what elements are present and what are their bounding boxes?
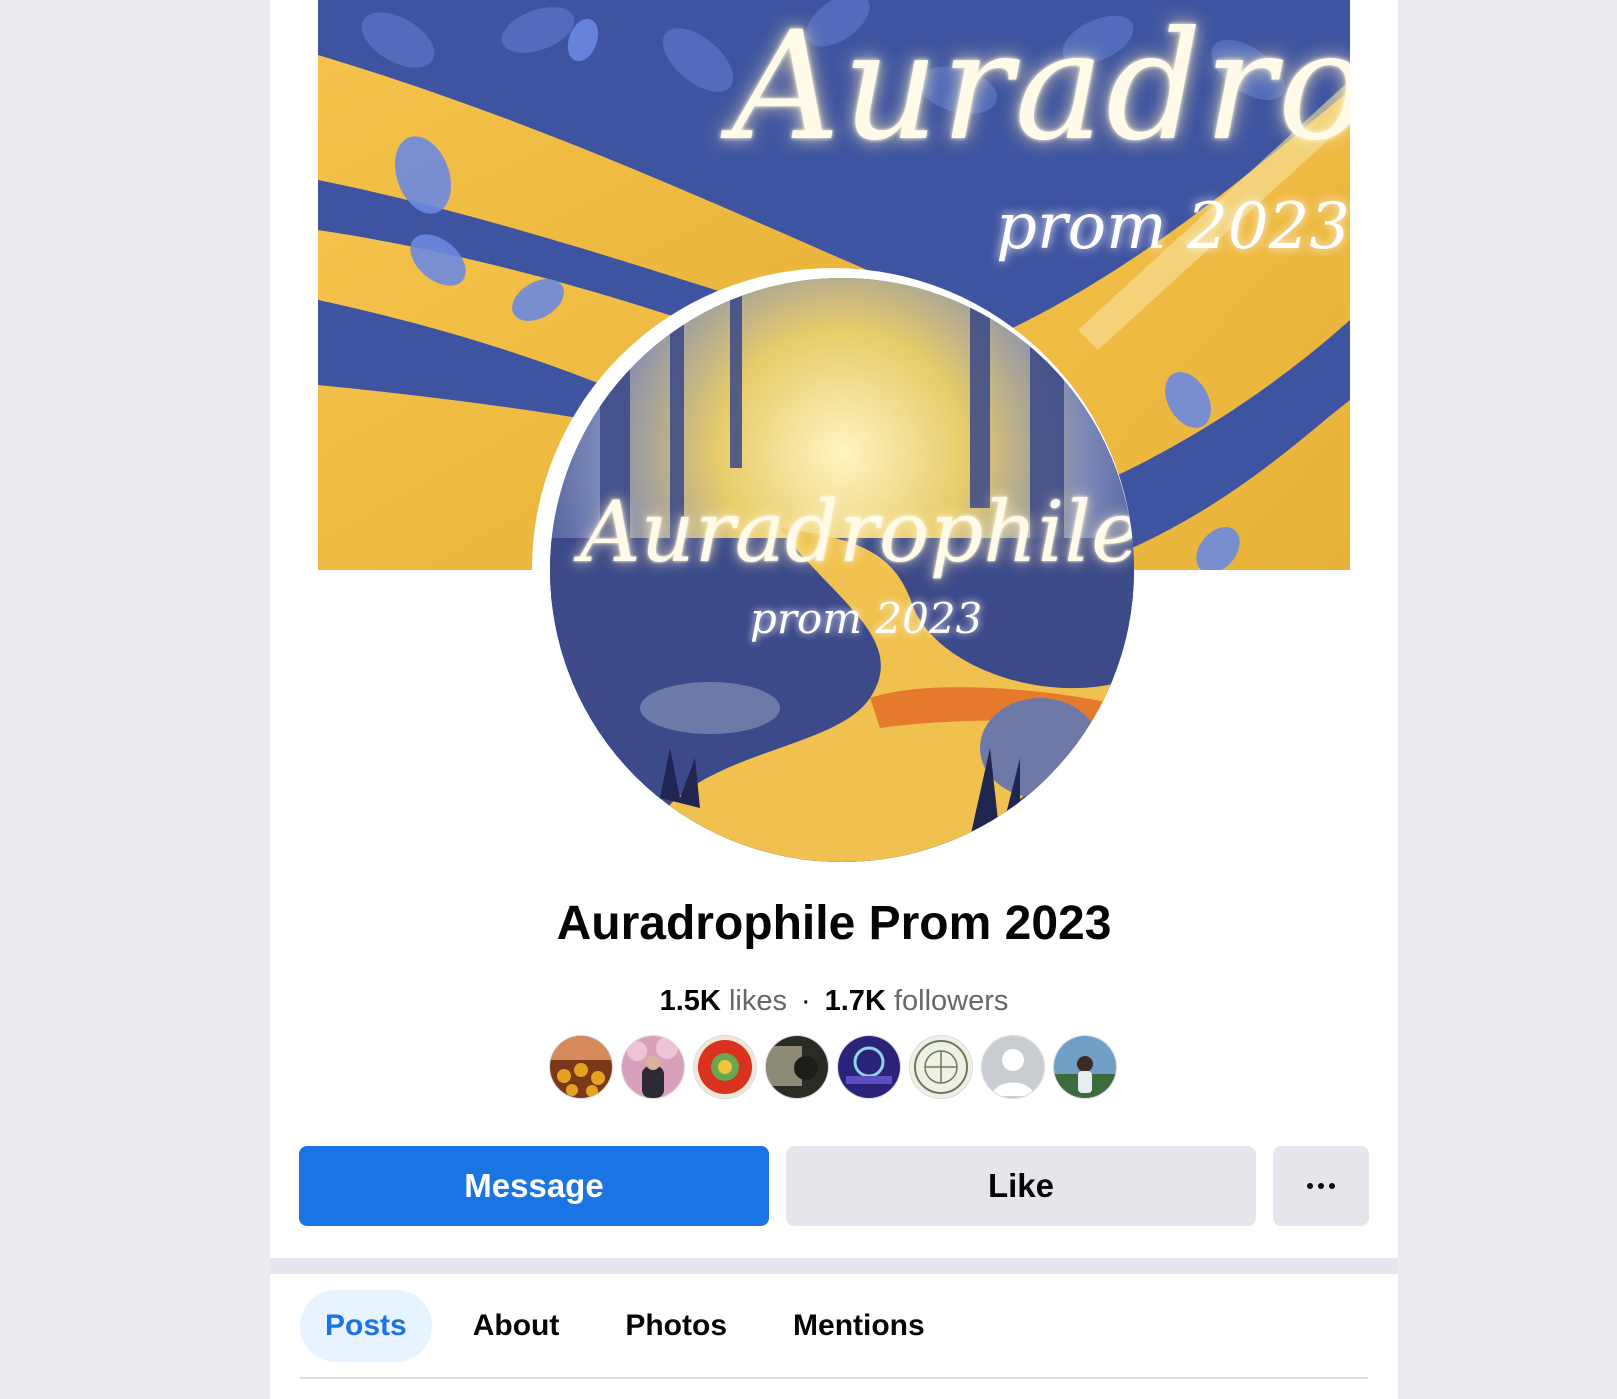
like-button[interactable]: Like bbox=[786, 1146, 1256, 1226]
profile-subtitle-text: prom 2023 bbox=[750, 594, 983, 643]
likes-count: 1.5K bbox=[659, 985, 721, 1017]
message-button-label: Message bbox=[464, 1167, 604, 1204]
section-divider bbox=[270, 1258, 1398, 1274]
profile-script-text: Auradrophile bbox=[580, 483, 1134, 581]
more-options-button[interactable] bbox=[1273, 1146, 1369, 1226]
tab-about[interactable]: About bbox=[448, 1290, 585, 1362]
friend-avatar-default[interactable] bbox=[982, 1036, 1044, 1098]
profile-picture[interactable]: Auradrophile prom 2023 bbox=[550, 278, 1134, 862]
friend-avatar-person[interactable] bbox=[1054, 1036, 1116, 1098]
friend-avatar-sunflowers[interactable] bbox=[550, 1036, 612, 1098]
likes-stat[interactable]: 1.5K likes bbox=[660, 985, 787, 1017]
tab-posts[interactable]: Posts bbox=[300, 1290, 432, 1362]
tab-mentions[interactable]: Mentions bbox=[768, 1290, 950, 1362]
followers-stat[interactable]: 1.7K followers bbox=[825, 985, 1009, 1017]
page-tabs: Posts About Photos Mentions bbox=[300, 1290, 966, 1362]
followers-count: 1.7K bbox=[824, 985, 886, 1017]
friend-avatar-dark-photo[interactable] bbox=[766, 1036, 828, 1098]
tabs-bottom-border bbox=[300, 1377, 1368, 1379]
friend-avatar-red-logo[interactable] bbox=[694, 1036, 756, 1098]
profile-page: Auradro prom 2023 Auradrophile prom 2023… bbox=[270, 0, 1398, 1399]
cover-script-text: Auradro bbox=[731, 0, 1350, 174]
friend-avatar-seal[interactable] bbox=[910, 1036, 972, 1098]
likes-label: likes bbox=[728, 985, 787, 1017]
stats-separator: · bbox=[800, 985, 811, 1017]
cover-subtitle-text: prom 2023 bbox=[996, 190, 1350, 264]
page-stats: 1.5K likes · 1.7K followers bbox=[270, 985, 1398, 1018]
friends-who-like-list bbox=[550, 1036, 1116, 1098]
friend-avatar-mathematics[interactable] bbox=[838, 1036, 900, 1098]
tab-photos[interactable]: Photos bbox=[600, 1290, 752, 1362]
ellipsis-icon bbox=[1307, 1183, 1335, 1189]
friend-avatar-blossoms[interactable] bbox=[622, 1036, 684, 1098]
followers-label: followers bbox=[893, 985, 1009, 1017]
like-button-label: Like bbox=[987, 1167, 1055, 1204]
message-button[interactable]: Message bbox=[299, 1146, 769, 1226]
page-title: Auradrophile Prom 2023 bbox=[556, 897, 1112, 950]
